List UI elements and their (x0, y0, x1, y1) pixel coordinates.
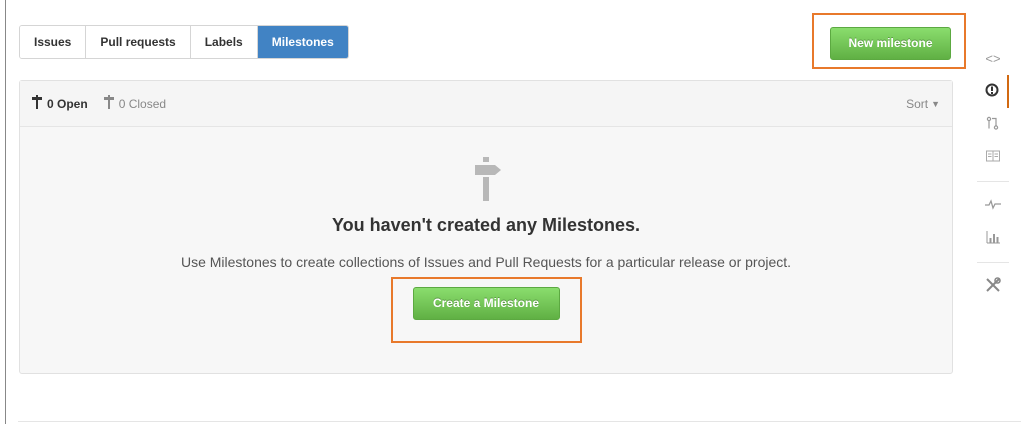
window-left-border (5, 0, 6, 424)
code-icon: <> (985, 51, 1001, 66)
pull-request-icon (986, 116, 1000, 133)
milestones-filter-bar: 0 Open 0 Closed Sort ▼ (20, 81, 952, 127)
sidebar-item-pull-requests[interactable] (977, 108, 1009, 141)
sort-dropdown[interactable]: Sort ▼ (906, 97, 940, 111)
sidebar-item-settings[interactable] (977, 270, 1009, 303)
empty-state-title: You haven't created any Milestones. (331, 215, 641, 235)
milestone-icon (32, 95, 42, 112)
closed-milestones-filter[interactable]: 0 Closed (103, 95, 167, 112)
empty-state-description: Use Milestones to create collections of … (180, 254, 792, 270)
tab-pull-requests[interactable]: Pull requests (86, 26, 191, 58)
pulse-icon (985, 198, 1001, 213)
sort-label: Sort (906, 96, 929, 111)
caret-down-icon: ▼ (931, 98, 940, 109)
sidebar-item-graphs[interactable] (977, 222, 1009, 255)
tab-labels[interactable]: Labels (190, 26, 258, 58)
settings-icon (985, 277, 1001, 296)
tab-milestones[interactable]: Milestones (257, 26, 348, 58)
footer-divider (18, 421, 1021, 422)
sidebar-divider (977, 181, 1009, 182)
graphs-icon (986, 230, 1000, 247)
repo-sidebar-nav: <> (977, 42, 1009, 303)
open-count-label: 0 Open (47, 96, 88, 111)
issue-icon (985, 83, 999, 100)
closed-count-label: 0 Closed (118, 96, 167, 111)
sidebar-item-code[interactable]: <> (977, 42, 1009, 75)
new-milestone-button[interactable]: New milestone (830, 27, 951, 60)
sidebar-item-issues[interactable] (977, 75, 1009, 108)
milestone-icon (103, 95, 114, 112)
open-milestones-filter[interactable]: 0 Open (32, 95, 88, 112)
milestone-signpost-icon (471, 157, 501, 201)
sidebar-item-pulse[interactable] (977, 189, 1009, 222)
wiki-icon (986, 150, 1000, 165)
issues-subnav: Issues Pull requests Labels Milestones (19, 25, 349, 59)
tab-issues[interactable]: Issues (20, 26, 87, 58)
annotation-highlight-create-milestone (391, 277, 582, 343)
sidebar-divider (977, 262, 1009, 263)
sidebar-item-wiki[interactable] (977, 141, 1009, 174)
